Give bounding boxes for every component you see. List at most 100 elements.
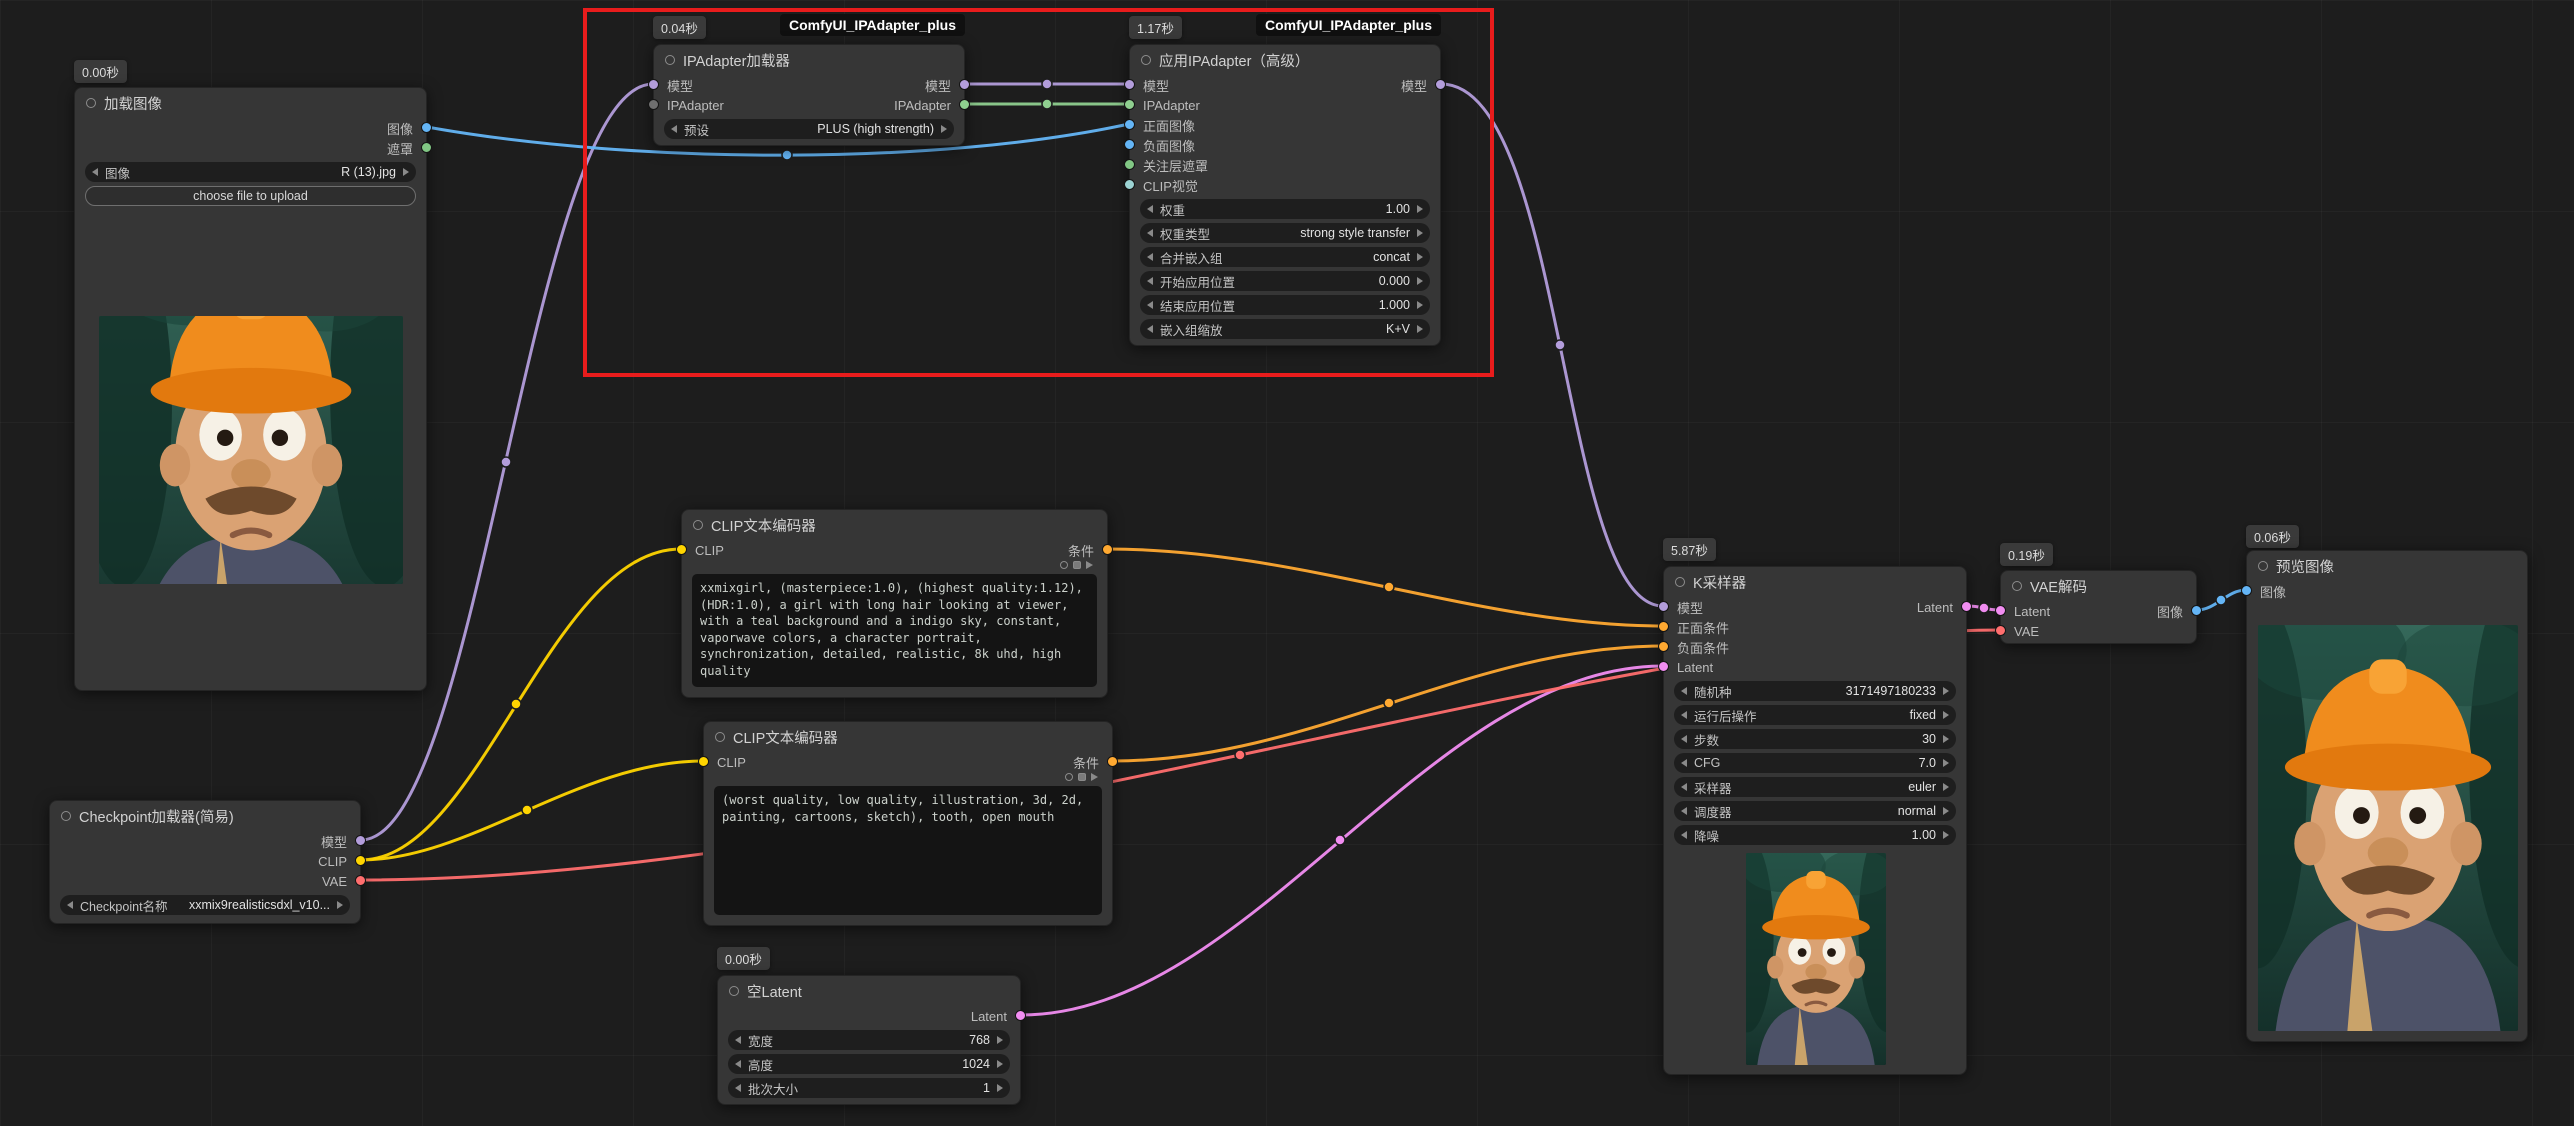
conditioning-output-port[interactable] [1102,544,1113,555]
model-output-port[interactable] [355,835,366,846]
image-input-port[interactable] [2241,585,2252,596]
next-arrow-icon[interactable] [337,901,343,909]
prev-arrow-icon[interactable] [1681,711,1687,719]
next-arrow-icon[interactable] [1943,807,1949,815]
attn-mask-input-port[interactable] [1124,159,1135,170]
decrement-icon[interactable] [735,1036,741,1044]
node-clip-encode-negative[interactable]: CLIP文本编码器 CLIP 条件 (worst quality, low qu… [703,721,1113,926]
decrement-icon[interactable] [1681,759,1687,767]
node-clip-encode-positive[interactable]: CLIP文本编码器 CLIP 条件 xxmixgirl, (masterpiec… [681,509,1108,698]
width-widget[interactable]: 宽度 768 [728,1030,1010,1050]
preset-widget[interactable]: 预设 PLUS (high strength) [664,119,954,139]
next-arrow-icon[interactable] [1417,325,1423,333]
end-at-widget[interactable]: 结束应用位置 1.000 [1140,295,1430,315]
cfg-widget[interactable]: CFG 7.0 [1674,753,1956,773]
speaker-icon[interactable] [1086,561,1093,569]
collapse-icon[interactable] [715,732,725,742]
collapse-icon[interactable] [61,811,71,821]
increment-icon[interactable] [1417,277,1423,285]
node-preview-image[interactable]: 预览图像 图像 [2246,550,2528,1042]
prev-arrow-icon[interactable] [671,125,677,133]
ipadapter-input-port[interactable] [1124,99,1135,110]
speaker-icon[interactable] [1091,773,1098,781]
model-output-port[interactable] [959,79,970,90]
increment-icon[interactable] [997,1060,1003,1068]
collapse-icon[interactable] [729,986,739,996]
image-output-port[interactable] [2191,605,2202,616]
increment-icon[interactable] [1417,205,1423,213]
prev-arrow-icon[interactable] [1147,325,1153,333]
textarea-toolbar[interactable] [1060,561,1093,569]
next-arrow-icon[interactable] [1943,711,1949,719]
collapse-icon[interactable] [665,55,675,65]
ipadapter-output-port[interactable] [959,99,970,110]
node-checkpoint-loader[interactable]: Checkpoint加载器(简易) 模型 CLIP VAE Checkpoint… [49,800,361,924]
decrement-icon[interactable] [735,1060,741,1068]
model-output-port[interactable] [1435,79,1446,90]
positive-prompt-textarea[interactable]: xxmixgirl, (masterpiece:1.0), (highest q… [692,574,1097,687]
pin-icon[interactable] [1065,773,1073,781]
negative-prompt-textarea[interactable]: (worst quality, low quality, illustratio… [714,786,1102,915]
positive-cond-input-port[interactable] [1658,621,1669,632]
node-vae-decode[interactable]: VAE解码 Latent 图像 VAE [2000,570,2197,644]
denoise-widget[interactable]: 降噪 1.00 [1674,825,1956,845]
embeds-scaling-widget[interactable]: 嵌入组缩放 K+V [1140,319,1430,339]
decrement-icon[interactable] [1681,687,1687,695]
model-input-port[interactable] [1658,601,1669,612]
collapse-icon[interactable] [2012,581,2022,591]
model-input-port[interactable] [1124,79,1135,90]
prev-arrow-icon[interactable] [67,901,73,909]
conditioning-output-port[interactable] [1107,756,1118,767]
node-header[interactable]: IPAdapter加载器 [654,45,964,75]
weight-type-widget[interactable]: 权重类型 strong style transfer [1140,223,1430,243]
collapse-icon[interactable] [1141,55,1151,65]
node-load-image[interactable]: 加载图像 图像 遮罩 图像 R (13).jpg choose file to … [74,87,427,691]
increment-icon[interactable] [1943,735,1949,743]
node-header[interactable]: CLIP文本编码器 [704,722,1112,752]
negative-image-input-port[interactable] [1124,139,1135,150]
next-arrow-icon[interactable] [1943,783,1949,791]
ipadapter-input-port[interactable] [648,99,659,110]
sampler-widget[interactable]: 采样器 euler [1674,777,1956,797]
steps-widget[interactable]: 步数 30 [1674,729,1956,749]
batch-size-widget[interactable]: 批次大小 1 [728,1078,1010,1098]
weight-widget[interactable]: 权重 1.00 [1140,199,1430,219]
node-header[interactable]: 应用IPAdapter（高级） [1130,45,1440,75]
next-arrow-icon[interactable] [1417,229,1423,237]
checkbox-icon[interactable] [1078,773,1086,781]
positive-image-input-port[interactable] [1124,119,1135,130]
node-ipadapter-loader[interactable]: IPAdapter加载器 模型 模型 IPAdapter IPAdapter 预… [653,44,965,146]
increment-icon[interactable] [1417,301,1423,309]
node-header[interactable]: K采样器 [1664,567,1966,597]
checkpoint-name-widget[interactable]: Checkpoint名称 xxmix9realisticsdxl_v10... [60,895,350,915]
clip-input-port[interactable] [698,756,709,767]
decrement-icon[interactable] [1147,301,1153,309]
increment-icon[interactable] [1943,831,1949,839]
decrement-icon[interactable] [1147,277,1153,285]
next-arrow-icon[interactable] [403,168,409,176]
increment-icon[interactable] [997,1036,1003,1044]
collapse-icon[interactable] [693,520,703,530]
height-widget[interactable]: 高度 1024 [728,1054,1010,1074]
textarea-toolbar[interactable] [1065,773,1098,781]
control-after-generate-widget[interactable]: 运行后操作 fixed [1674,705,1956,725]
prev-arrow-icon[interactable] [1147,229,1153,237]
increment-icon[interactable] [1943,759,1949,767]
decrement-icon[interactable] [1681,831,1687,839]
increment-icon[interactable] [1943,687,1949,695]
node-header[interactable]: 预览图像 [2247,551,2527,581]
node-graph-canvas[interactable]: 0.00秒 0.04秒 1.17秒 0.00秒 5.87秒 0.19秒 0.06… [0,0,2574,1126]
decrement-icon[interactable] [735,1084,741,1092]
vae-output-port[interactable] [355,875,366,886]
upload-button[interactable]: choose file to upload [85,186,416,206]
clip-input-port[interactable] [676,544,687,555]
node-header[interactable]: 加载图像 [75,88,426,118]
prev-arrow-icon[interactable] [92,168,98,176]
node-header[interactable]: Checkpoint加载器(简易) [50,801,360,831]
combine-embeds-widget[interactable]: 合并嵌入组 concat [1140,247,1430,267]
node-ipadapter-apply[interactable]: 应用IPAdapter（高级） 模型 模型 IPAdapter 正面图像 负面图… [1129,44,1441,346]
negative-cond-input-port[interactable] [1658,641,1669,652]
prev-arrow-icon[interactable] [1681,807,1687,815]
node-header[interactable]: CLIP文本编码器 [682,510,1107,540]
collapse-icon[interactable] [1675,577,1685,587]
